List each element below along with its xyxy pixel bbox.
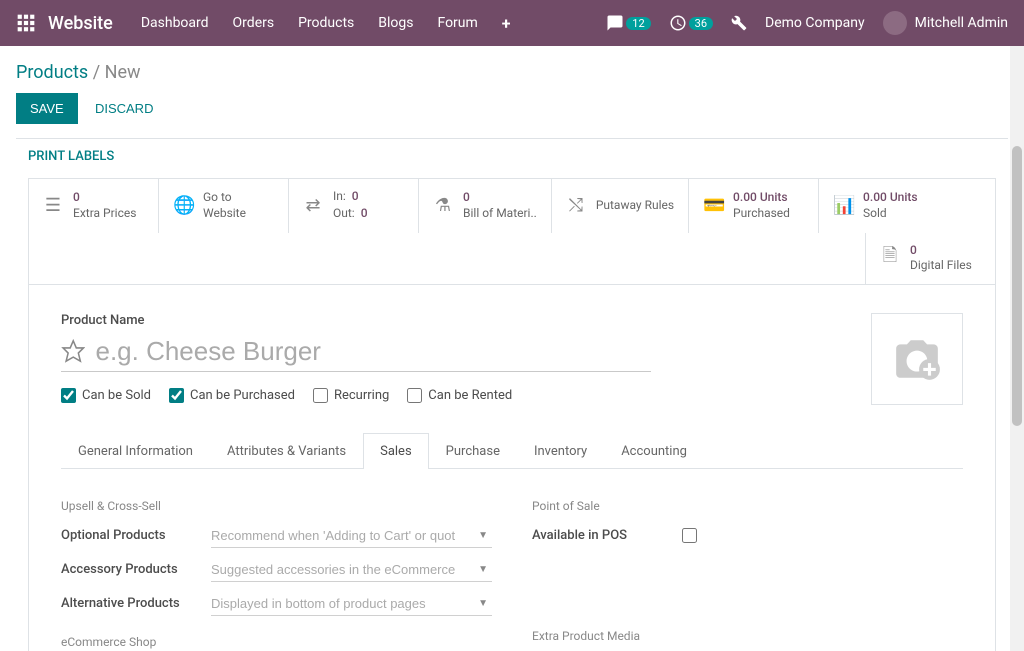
caret-icon: ▼ [474,530,492,541]
opt-can-be-sold[interactable]: Can be Sold [61,388,151,403]
tab-general[interactable]: General Information [61,433,210,469]
print-labels-button[interactable]: PRINT LABELS [28,149,1008,164]
exchange-icon: ⇄ [303,195,323,216]
action-buttons: SAVE DISCARD [16,93,1008,124]
opt-can-be-purchased[interactable]: Can be Purchased [169,388,295,403]
discard-button[interactable]: DISCARD [85,93,164,124]
pos-header: Point of Sale [532,499,963,513]
scrollbar[interactable] [1010,46,1024,651]
media-header: Extra Product Media [532,629,963,643]
nav-plus-icon[interactable]: + [502,14,511,33]
messages-badge: 12 [626,17,650,30]
file-icon: 🗎 [880,243,900,273]
avatar [883,11,907,35]
stat-inout[interactable]: ⇄ In:0 Out:0 [289,179,419,233]
alternative-products-label: Alternative Products [61,596,211,611]
globe-icon: 🌐 [173,195,193,216]
user-menu[interactable]: Mitchell Admin [883,11,1008,35]
product-name-input[interactable] [95,332,651,371]
breadcrumb-root[interactable]: Products [16,62,88,83]
card-icon: 💳 [703,195,723,216]
breadcrumb-current: New [105,62,141,83]
content: Products / New SAVE DISCARD PRINT LABELS… [0,46,1024,651]
tools-icon[interactable] [731,15,747,31]
flask-icon: ⚗ [433,195,453,216]
nav-dashboard[interactable]: Dashboard [141,15,209,31]
sales-tab-content: Upsell & Cross-Sell Optional Products ▼ … [29,469,995,651]
stat-sold[interactable]: 📊 0.00 Units Sold [819,179,949,233]
breadcrumb: Products / New [16,62,1008,83]
form-sheet: ☰ 0 Extra Prices 🌐 Go to Website ⇄ [28,178,996,651]
apps-icon[interactable] [16,13,36,33]
save-button[interactable]: SAVE [16,93,78,124]
ecommerce-header: eCommerce Shop [61,635,492,649]
accessory-products-label: Accessory Products [61,562,211,577]
nav-products[interactable]: Products [298,15,354,31]
navbar: Website Dashboard Orders Products Blogs … [0,0,1024,46]
stat-bom[interactable]: ⚗ 0 Bill of Materi.. [419,179,552,233]
accessory-products-input[interactable]: ▼ [211,558,492,582]
scrollbar-thumb[interactable] [1012,146,1022,426]
optional-products-input[interactable]: ▼ [211,524,492,548]
nav-forum[interactable]: Forum [437,15,477,31]
activities-icon[interactable]: 36 [669,14,713,32]
company-switcher[interactable]: Demo Company [765,15,865,31]
messages-icon[interactable]: 12 [606,14,650,32]
tab-accounting[interactable]: Accounting [604,433,704,469]
pos-label: Available in POS [532,528,682,543]
stat-buttons: ☰ 0 Extra Prices 🌐 Go to Website ⇄ [29,179,995,285]
activities-badge: 36 [689,17,713,30]
random-icon: ⤭ [566,195,586,216]
stat-digital[interactable]: 🗎 0 Digital Files [865,233,995,284]
favorite-star-icon[interactable] [61,338,85,364]
opt-recurring[interactable]: Recurring [313,388,389,403]
list-icon: ☰ [43,195,63,216]
stat-extra-prices[interactable]: ☰ 0 Extra Prices [29,179,159,233]
nav-blogs[interactable]: Blogs [378,15,413,31]
product-name-label: Product Name [61,313,851,328]
tab-sales[interactable]: Sales [363,433,429,469]
stat-purchased[interactable]: 💳 0.00 Units Purchased [689,179,819,233]
user-name: Mitchell Admin [915,15,1008,31]
opt-can-be-rented[interactable]: Can be Rented [407,388,512,403]
alternative-products-input[interactable]: ▼ [211,592,492,616]
brand[interactable]: Website [48,13,113,34]
camera-plus-icon [892,334,942,384]
optional-products-label: Optional Products [61,528,211,543]
caret-icon: ▼ [474,564,492,575]
tab-inventory[interactable]: Inventory [517,433,604,469]
tabs: General Information Attributes & Variant… [61,433,963,469]
nav-orders[interactable]: Orders [233,15,275,31]
tab-attributes[interactable]: Attributes & Variants [210,433,363,469]
caret-icon: ▼ [474,598,492,609]
chart-icon: 📊 [833,195,853,216]
upsell-header: Upsell & Cross-Sell [61,499,492,513]
product-image-upload[interactable] [871,313,963,405]
available-pos-checkbox[interactable] [682,528,697,543]
stat-website[interactable]: 🌐 Go to Website [159,179,289,233]
tab-purchase[interactable]: Purchase [429,433,517,469]
stat-putaway[interactable]: ⤭ Putaway Rules [552,179,689,233]
